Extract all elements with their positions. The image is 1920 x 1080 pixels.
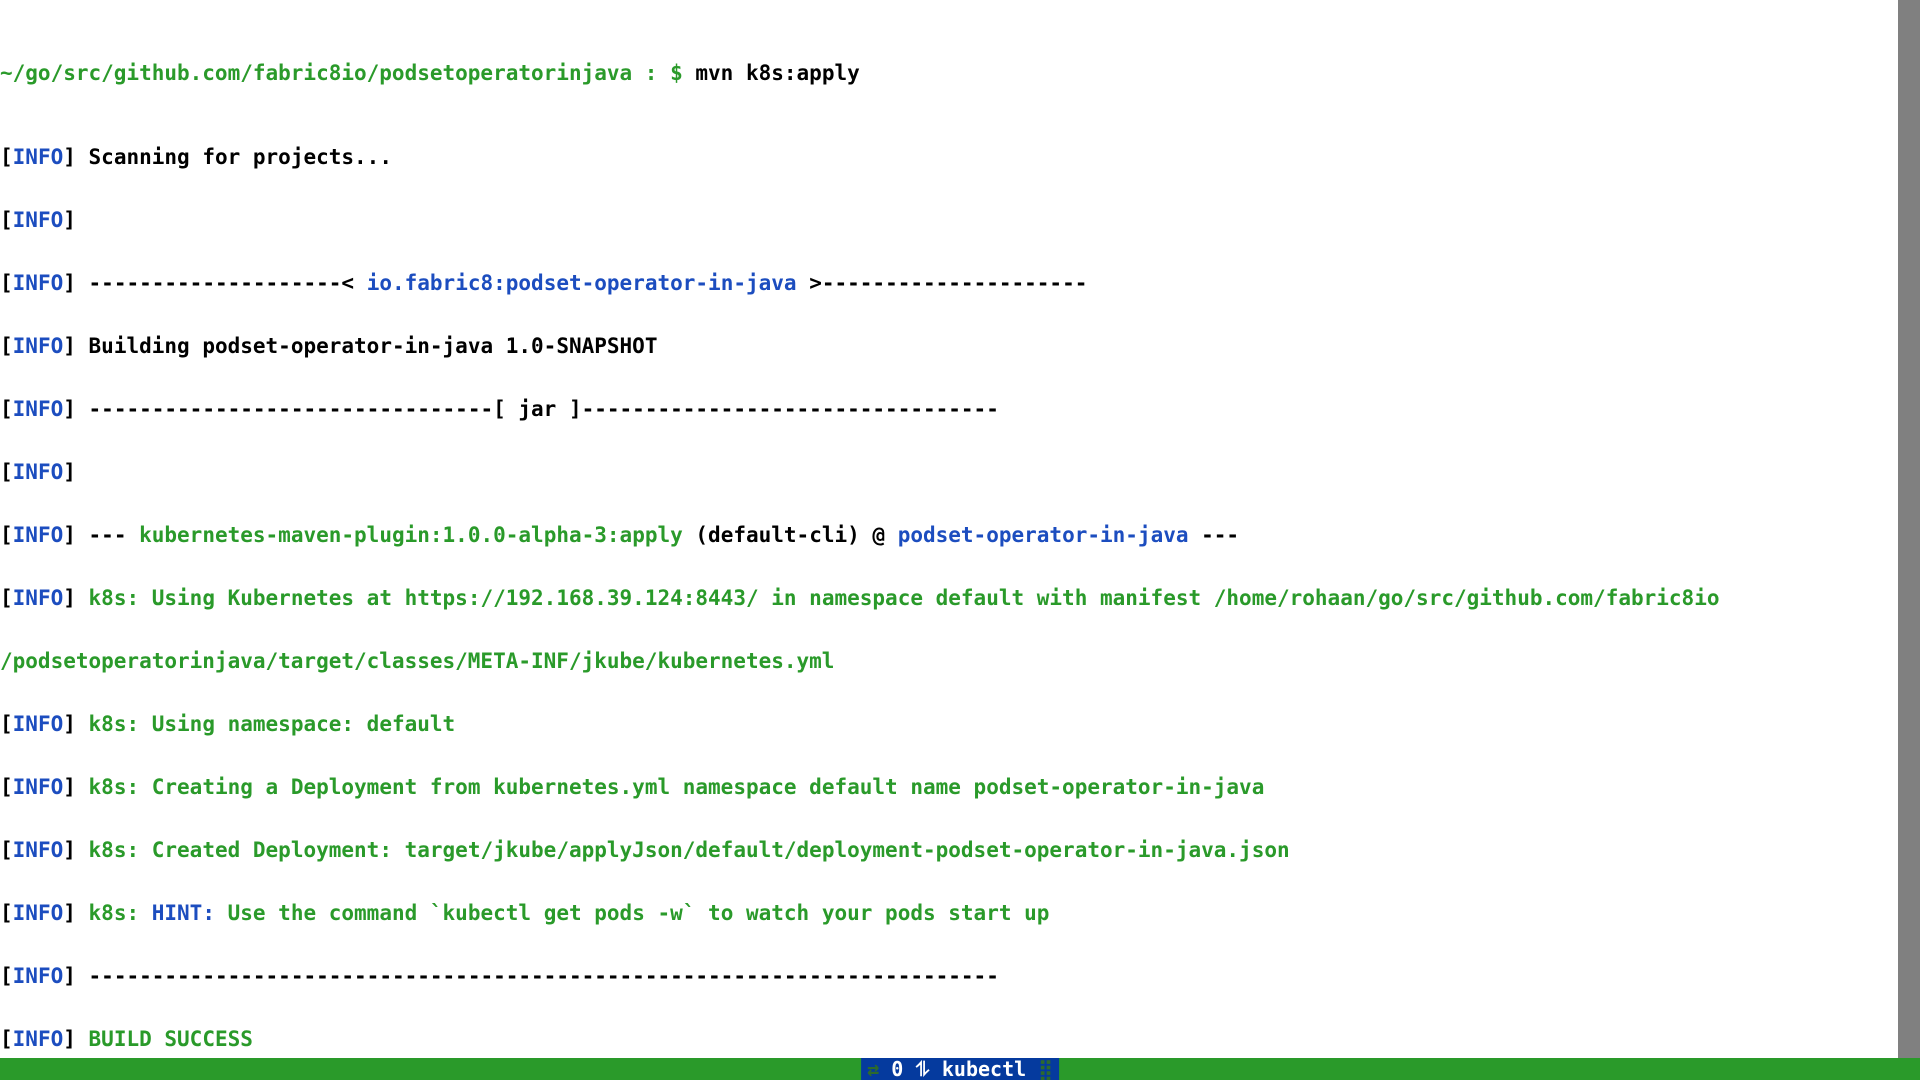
status-window-index: 0 xyxy=(891,1057,915,1080)
mvn-output: [INFO] --------------------------------[… xyxy=(0,399,1895,420)
mvn-output: [INFO] k8s: Creating a Deployment from k… xyxy=(0,777,1895,798)
status-right-glyph-icon: ⣿ xyxy=(1038,1057,1053,1080)
mvn-output: /podsetoperatorinjava/target/classes/MET… xyxy=(0,651,1895,672)
status-window-name: kubectl xyxy=(942,1057,1038,1080)
mvn-output: [INFO] Building podset-operator-in-java … xyxy=(0,336,1895,357)
mvn-output: [INFO] k8s: Using namespace: default xyxy=(0,714,1895,735)
tmux-window-tab[interactable]: ⇄ 0 ⥮ kubectl ⣿ xyxy=(861,1058,1059,1080)
prompt-line-1: ~/go/src/github.com/fabric8io/podsetoper… xyxy=(0,63,1895,84)
scrollbar-thumb[interactable] xyxy=(1898,0,1920,1058)
status-mid-glyph-icon: ⥮ xyxy=(915,1057,930,1080)
mvn-output: [INFO] BUILD SUCCESS xyxy=(0,1029,1895,1050)
mvn-output: [INFO] xyxy=(0,462,1895,483)
terminal-pane-top[interactable]: ~/go/src/github.com/fabric8io/podsetoper… xyxy=(0,0,1920,1080)
mvn-output: [INFO] k8s: HINT: Use the command `kubec… xyxy=(0,903,1895,924)
tmux-status-bar: ⇄ 0 ⥮ kubectl ⣿ xyxy=(0,1058,1920,1080)
mvn-output: [INFO] k8s: Created Deployment: target/j… xyxy=(0,840,1895,861)
mvn-output: [INFO] k8s: Using Kubernetes at https://… xyxy=(0,588,1895,609)
mvn-output: [INFO] xyxy=(0,210,1895,231)
status-left-glyph-icon: ⇄ xyxy=(867,1057,879,1080)
mvn-output: [INFO] --- kubernetes-maven-plugin:1.0.0… xyxy=(0,525,1895,546)
mvn-output: [INFO] --------------------< io.fabric8:… xyxy=(0,273,1895,294)
scrollbar[interactable] xyxy=(1898,0,1920,1058)
mvn-output: [INFO] ---------------------------------… xyxy=(0,966,1895,987)
mvn-output: [INFO] Scanning for projects... xyxy=(0,147,1895,168)
